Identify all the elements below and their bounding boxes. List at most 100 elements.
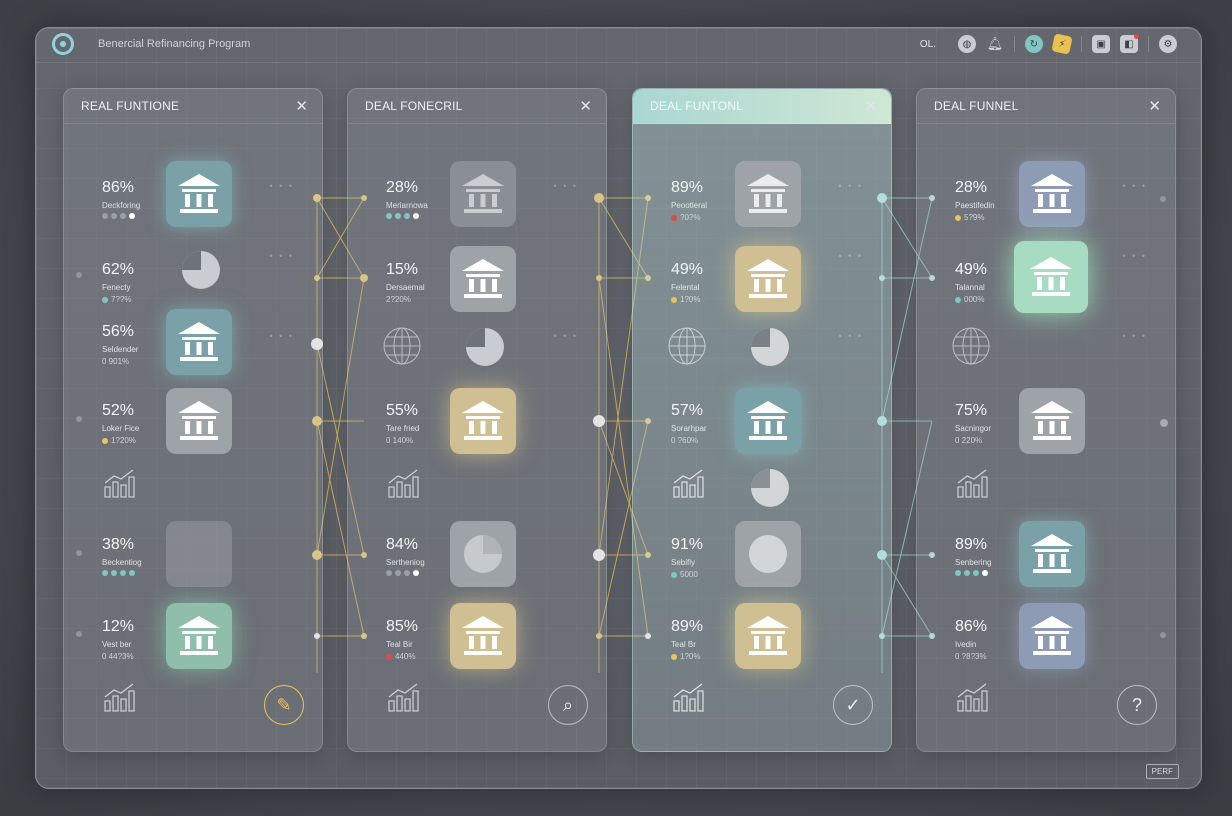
- pie-chart-icon: [466, 328, 504, 366]
- footer-button[interactable]: PERF: [1145, 764, 1179, 779]
- list-item[interactable]: 55% Tare fried 0 140%: [348, 388, 606, 472]
- more-icon[interactable]: • • •: [839, 251, 863, 261]
- meta-value: 2?20%: [386, 295, 411, 304]
- top-bar: Benercial Refinancing Program OL. ◍ 🔔︎ ↻…: [36, 28, 1201, 63]
- percent-value: 89%: [671, 618, 704, 635]
- bank-icon[interactable]: [1019, 388, 1085, 454]
- bank-icon[interactable]: [1019, 161, 1085, 227]
- bank-icon[interactable]: [735, 388, 801, 454]
- more-icon[interactable]: • • •: [839, 331, 863, 341]
- more-icon[interactable]: • • •: [1123, 251, 1147, 261]
- percent-value: 75%: [955, 402, 988, 419]
- bank-icon[interactable]: [1019, 521, 1085, 587]
- list-item[interactable]: 28% Meriarnowa • • •: [348, 161, 606, 249]
- bank-icon[interactable]: [450, 246, 516, 312]
- metric-meta: 1?0%: [671, 652, 703, 661]
- more-icon[interactable]: • • •: [1123, 181, 1147, 191]
- close-icon[interactable]: ✕: [295, 97, 308, 115]
- metric-label: Sorarhpar: [671, 424, 707, 433]
- metric-meta: 440%: [386, 652, 418, 661]
- notification-icon[interactable]: ◧: [1120, 34, 1139, 53]
- settings-icon[interactable]: ⚙︎: [1159, 35, 1177, 53]
- bank-icon[interactable]: [166, 309, 232, 375]
- list-item[interactable]: 38% Beckentiog: [64, 521, 322, 606]
- bank-icon[interactable]: [166, 161, 232, 227]
- close-icon[interactable]: ✕: [864, 97, 877, 115]
- user-initials[interactable]: OL.: [920, 39, 936, 50]
- list-item[interactable]: 75% Sacningor 0 220%: [917, 388, 1175, 472]
- percent-value: 85%: [386, 618, 419, 635]
- panel-header: DEAL FONECRIL ✕: [348, 89, 606, 124]
- empty-tile[interactable]: [166, 521, 232, 587]
- help-button[interactable]: ?: [1117, 685, 1157, 725]
- meta-value: ?0?%: [680, 213, 701, 222]
- more-icon[interactable]: • • •: [1123, 331, 1147, 341]
- list-item[interactable]: 57% Sorarhpar 0 ?60%: [633, 388, 891, 472]
- bank-icon[interactable]: [1014, 241, 1088, 313]
- app-logo-icon[interactable]: [52, 33, 74, 55]
- list-item[interactable]: 52% Loker Fice 1?20%: [64, 388, 322, 472]
- list-item[interactable]: 84% Sertheniog: [348, 521, 606, 606]
- bank-icon[interactable]: [450, 603, 516, 669]
- more-icon[interactable]: • • •: [554, 181, 578, 191]
- list-item[interactable]: 89% Teal Br 1?0%: [633, 603, 891, 688]
- list-item[interactable]: 91% Sebifly 5000: [633, 521, 891, 606]
- list-item[interactable]: 56% Seldender 0 901% • • •: [64, 309, 322, 393]
- bank-icon[interactable]: [166, 388, 232, 454]
- bank-icon[interactable]: [735, 161, 801, 227]
- list-item[interactable]: 12% Vest ber 0 44?3%: [64, 603, 322, 688]
- more-icon[interactable]: • • •: [270, 331, 294, 341]
- growth-chart-icon: [104, 469, 135, 498]
- pie-tile[interactable]: [450, 521, 516, 587]
- search-button[interactable]: ⌕: [548, 685, 588, 725]
- list-item[interactable]: 49% Talannal 000% • • •: [917, 241, 1175, 331]
- meta-value: 1?20%: [111, 436, 136, 445]
- pie-chart-icon: [182, 251, 220, 289]
- refresh-icon[interactable]: ↻: [1025, 35, 1043, 53]
- metric-meta: 000%: [955, 295, 987, 304]
- more-icon[interactable]: • • •: [554, 331, 578, 341]
- bank-icon[interactable]: [735, 603, 801, 669]
- bank-icon[interactable]: [450, 161, 516, 227]
- close-icon[interactable]: ✕: [1148, 97, 1161, 115]
- bank-icon[interactable]: [735, 246, 801, 312]
- badge-button[interactable]: ✓: [833, 685, 873, 725]
- meta-value: 1?0%: [680, 295, 701, 304]
- list-item[interactable]: 86% Ivedin 0 ?8?3%: [917, 603, 1175, 688]
- more-icon[interactable]: • • •: [270, 251, 294, 261]
- app-title: Benercial Refinancing Program: [98, 38, 251, 50]
- list-item[interactable]: 28% Paestifedin 5?9% • • •: [917, 161, 1175, 249]
- globe-icon[interactable]: ◍: [958, 35, 976, 53]
- metric-label: Dersaemal: [386, 283, 425, 292]
- percent-value: 52%: [102, 402, 135, 419]
- list-item[interactable]: 15% Dersaemal 2?20%: [348, 246, 606, 331]
- growth-chart-icon: [957, 683, 988, 712]
- meta-value: 0 ?60%: [671, 436, 699, 445]
- panel-title: DEAL FONECRIL: [365, 99, 463, 113]
- bank-icon[interactable]: [450, 388, 516, 454]
- list-item[interactable]: 89% Senbering: [917, 521, 1175, 606]
- growth-chart-icon: [957, 469, 988, 498]
- status-tile[interactable]: [735, 521, 801, 587]
- meta-value: 1?0%: [680, 652, 701, 661]
- lock-icon[interactable]: ▣: [1092, 35, 1110, 53]
- panel-title: DEAL FUNTONL: [650, 99, 744, 113]
- metric-meta: 5?9%: [955, 213, 995, 222]
- flash-icon[interactable]: ⚡︎: [1051, 33, 1073, 55]
- more-icon[interactable]: • • •: [270, 181, 294, 191]
- bank-icon[interactable]: [1019, 603, 1085, 669]
- bell-icon[interactable]: 🔔︎: [986, 35, 1004, 53]
- metric-label: Talannal: [955, 283, 985, 292]
- close-icon[interactable]: ✕: [579, 97, 592, 115]
- list-item[interactable]: 86% Deckforing • • •: [64, 161, 322, 249]
- more-icon[interactable]: • • •: [839, 181, 863, 191]
- list-item[interactable]: 49% Felental 1?0% • • •: [633, 246, 891, 331]
- percent-value: 38%: [102, 536, 135, 553]
- signal-button[interactable]: ✎: [264, 685, 304, 725]
- list-item[interactable]: 85% Teal Bir 440%: [348, 603, 606, 688]
- percent-value: 55%: [386, 402, 419, 419]
- meta-value: 0 220%: [955, 436, 983, 445]
- meta-value: 5?9%: [964, 213, 985, 222]
- bank-icon[interactable]: [166, 603, 232, 669]
- list-item[interactable]: 89% Peootleral ?0?% • • •: [633, 161, 891, 249]
